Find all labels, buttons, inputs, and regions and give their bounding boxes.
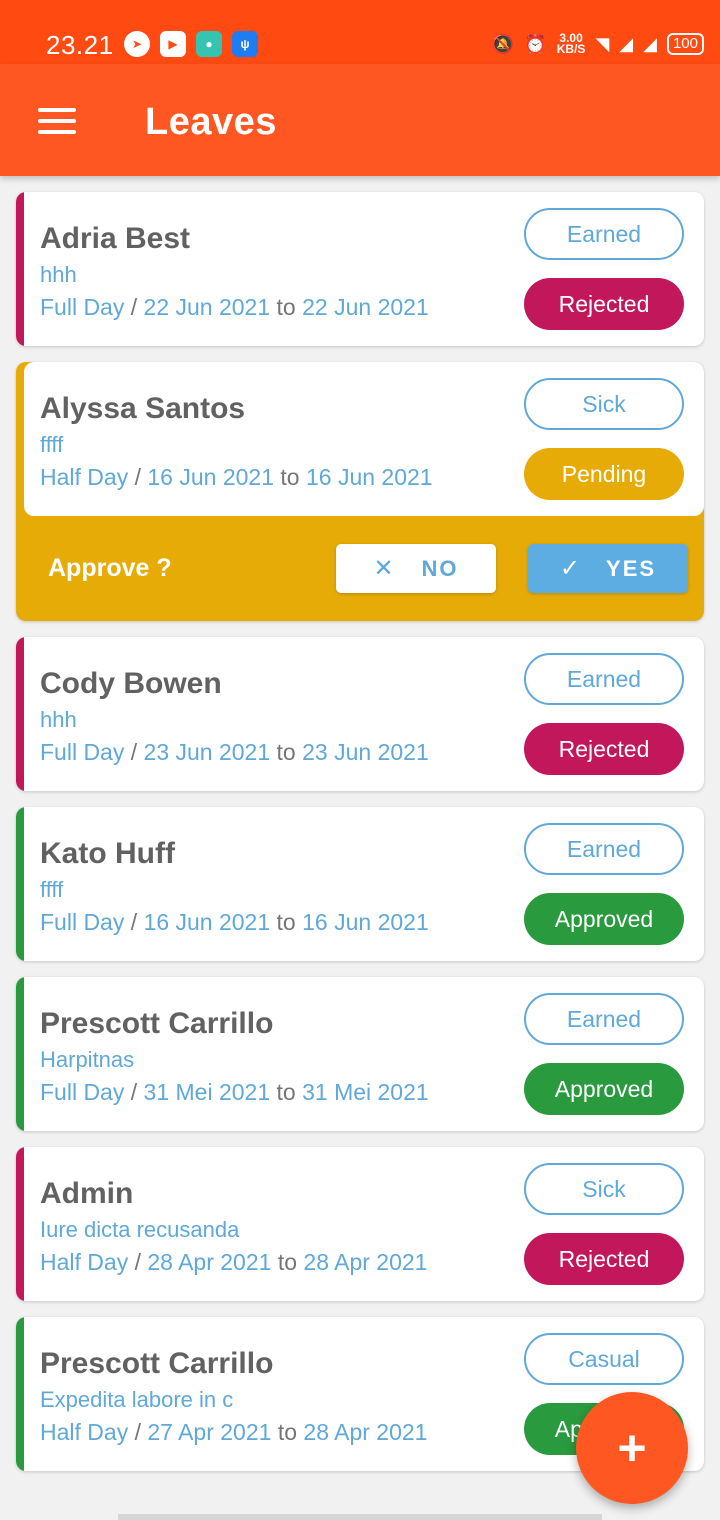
notification-icons: ➤ ▶ ● ψ xyxy=(124,31,258,57)
status-stripe xyxy=(16,977,24,1131)
check-icon: ✓ xyxy=(559,555,583,582)
leave-type-badge: Earned xyxy=(524,653,684,705)
employee-name: Prescott Carrillo xyxy=(40,1347,274,1380)
network-speed: 3.00 KB/S xyxy=(556,31,586,56)
leave-dates: Full Day / 16 Jun 2021 to 16 Jun 2021 xyxy=(40,909,429,935)
leave-type-badge: Sick xyxy=(524,378,684,430)
leave-card[interactable]: Admin Iure dicta recusanda Half Day / 28… xyxy=(16,1147,704,1301)
leave-card-pending: Alyssa Santos ffff Half Day / 16 Jun 202… xyxy=(16,362,704,621)
battery-indicator: 100 xyxy=(666,33,704,55)
leave-type-badge: Casual xyxy=(524,1333,684,1385)
employee-name: Cody Bowen xyxy=(40,667,222,700)
employee-name: Admin xyxy=(40,1177,134,1210)
leave-dates: Half Day / 27 Apr 2021 to 28 Apr 2021 xyxy=(40,1419,428,1445)
page-title: Leaves xyxy=(145,101,277,143)
status-badge: Rejected xyxy=(524,723,684,775)
system-icons: 🔕 ⏰ 3.00 KB/S ◥ ◢ ◢ 100 xyxy=(492,30,704,58)
gesture-nav-bar xyxy=(118,1514,602,1520)
status-stripe xyxy=(16,637,24,791)
approve-prompt: Approve ? xyxy=(48,554,172,582)
status-badge: Pending xyxy=(524,448,684,500)
app-notification-icon: ● xyxy=(196,31,222,57)
leave-dates: Full Day / 22 Jun 2021 to 22 Jun 2021 xyxy=(40,294,429,320)
menu-icon[interactable] xyxy=(38,108,76,134)
status-stripe xyxy=(16,807,24,961)
telegram-icon: ➤ xyxy=(124,31,150,57)
leave-reason: Harpitnas xyxy=(40,1047,135,1072)
status-badge: Approved xyxy=(524,893,684,945)
leave-reason: Iure dicta recusanda xyxy=(40,1217,240,1242)
leave-card[interactable]: Prescott Carrillo Harpitnas Full Day / 3… xyxy=(16,977,704,1131)
leave-type-badge: Sick xyxy=(524,1163,684,1215)
app-bar: Leaves xyxy=(0,64,720,176)
leave-reason: ffff xyxy=(40,432,64,457)
signal-icon: ◢ xyxy=(619,34,634,54)
leave-reason: ffff xyxy=(40,877,64,902)
leave-dates: Full Day / 23 Jun 2021 to 23 Jun 2021 xyxy=(40,739,429,765)
status-stripe xyxy=(16,1147,24,1301)
employee-name: Adria Best xyxy=(40,222,191,255)
signal-icon-2: ◢ xyxy=(643,34,657,54)
leave-type-badge: Earned xyxy=(524,993,684,1045)
status-bar: 23.21 ➤ ▶ ● ψ 🔕 ⏰ 3.00 KB/S ◥ ◢ ◢ 100 xyxy=(0,0,720,64)
usb-icon: ψ xyxy=(232,31,258,57)
leave-type-badge: Earned xyxy=(524,823,684,875)
youtube-icon: ▶ xyxy=(160,31,186,57)
add-leave-button[interactable]: + xyxy=(576,1392,688,1504)
leave-card[interactable]: Alyssa Santos ffff Half Day / 16 Jun 202… xyxy=(24,362,704,516)
status-badge: Rejected xyxy=(524,1233,684,1285)
leave-card[interactable]: Kato Huff ffff Full Day / 16 Jun 2021 to… xyxy=(16,807,704,961)
employee-name: Alyssa Santos xyxy=(40,392,246,425)
mute-icon: 🔕 xyxy=(491,34,515,54)
approve-button[interactable]: ✓ YES xyxy=(528,544,688,593)
status-badge: Approved xyxy=(524,1063,684,1115)
leave-dates: Full Day / 31 Mei 2021 to 31 Mei 2021 xyxy=(40,1079,429,1105)
wifi-icon: ◥ xyxy=(595,34,610,54)
leave-dates: Half Day / 28 Apr 2021 to 28 Apr 2021 xyxy=(40,1249,428,1275)
leave-card[interactable]: Cody Bowen hhh Full Day / 23 Jun 2021 to… xyxy=(16,637,704,791)
reject-button[interactable]: ✕ NO xyxy=(336,544,496,593)
leave-reason: Expedita labore in c xyxy=(40,1387,234,1412)
alarm-icon: ⏰ xyxy=(524,34,547,54)
status-stripe xyxy=(16,192,24,346)
leave-type-badge: Earned xyxy=(524,208,684,260)
status-time: 23.21 xyxy=(46,30,114,60)
leave-reason: hhh xyxy=(40,707,77,732)
close-icon: ✕ xyxy=(373,555,396,582)
leave-card[interactable]: Adria Best hhh Full Day / 22 Jun 2021 to… xyxy=(16,192,704,346)
employee-name: Kato Huff xyxy=(40,837,175,870)
employee-name: Prescott Carrillo xyxy=(40,1007,274,1040)
status-stripe xyxy=(16,1317,24,1471)
status-badge: Rejected xyxy=(524,278,684,330)
leave-dates: Half Day / 16 Jun 2021 to 16 Jun 2021 xyxy=(40,464,433,490)
leave-reason: hhh xyxy=(40,262,77,287)
